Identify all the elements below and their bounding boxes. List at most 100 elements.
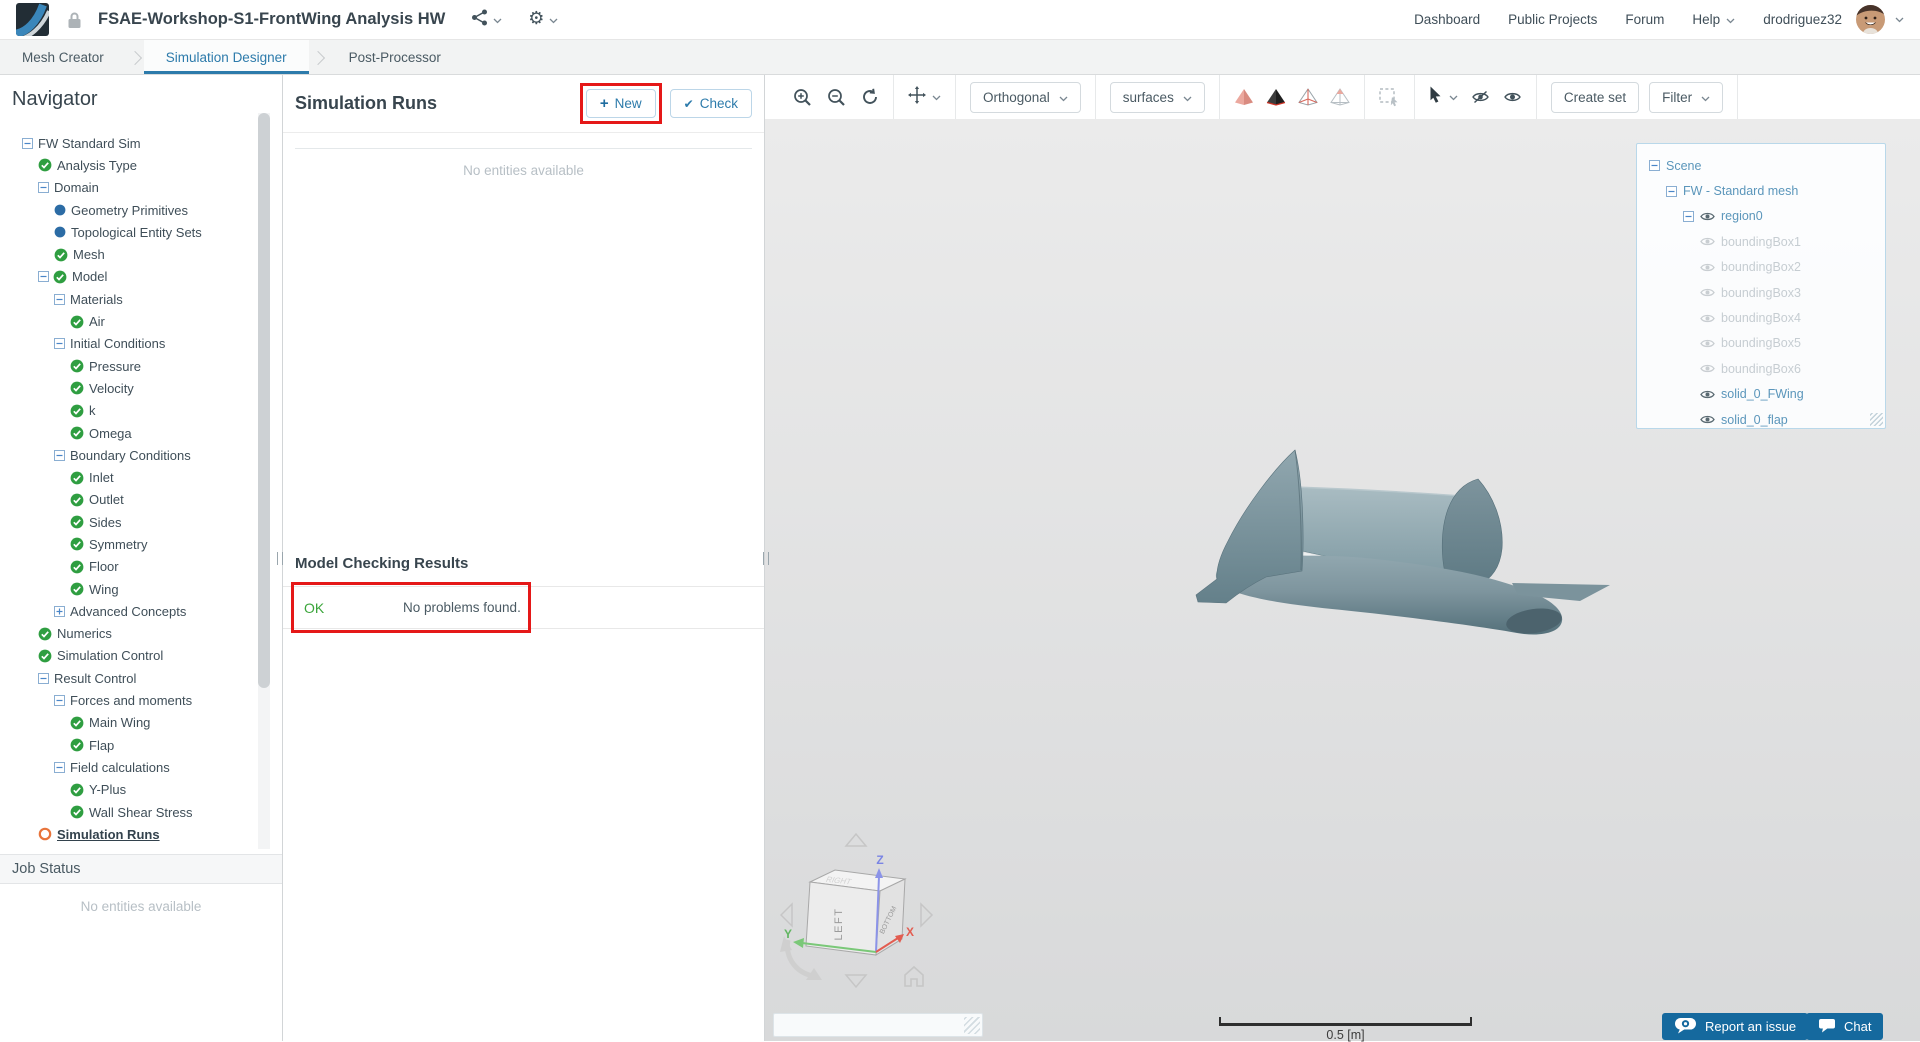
minimized-panel[interactable] xyxy=(773,1013,983,1037)
share-button[interactable] xyxy=(471,9,502,31)
mesh-quality-wire-button[interactable] xyxy=(1330,88,1350,106)
report-issue-button[interactable]: Report an issue xyxy=(1662,1013,1808,1040)
panel-resize-grip[interactable] xyxy=(763,552,769,565)
scene-item[interactable]: boundingBox3 xyxy=(1647,280,1885,305)
eye-icon[interactable] xyxy=(1700,389,1715,400)
nav-public-projects[interactable]: Public Projects xyxy=(1508,12,1597,27)
tree-item[interactable]: Initial Conditions xyxy=(0,333,282,355)
collapse-icon[interactable] xyxy=(1683,211,1694,222)
tree-item[interactable]: Velocity xyxy=(0,377,282,399)
tree-item[interactable]: Result Control xyxy=(0,667,282,689)
viewport[interactable]: Orthogonal surfaces xyxy=(765,75,1920,1041)
collapse-icon[interactable] xyxy=(22,138,33,149)
tree-item[interactable]: Simulation Runs xyxy=(0,823,282,845)
collapse-icon[interactable] xyxy=(54,294,65,305)
tree-item[interactable]: Wall Shear Stress xyxy=(0,801,282,823)
tree-item[interactable]: Analysis Type xyxy=(0,154,282,176)
eye-off-icon[interactable] xyxy=(1700,262,1715,273)
scene-item[interactable]: boundingBox2 xyxy=(1647,255,1885,280)
refresh-view-button[interactable] xyxy=(861,88,879,106)
front-wing-model[interactable] xyxy=(1182,425,1622,655)
nav-forum[interactable]: Forum xyxy=(1625,12,1664,27)
resize-handle[interactable] xyxy=(964,1017,980,1034)
collapse-icon[interactable] xyxy=(38,182,49,193)
tab-simulation-designer[interactable]: Simulation Designer xyxy=(144,40,309,74)
avatar[interactable] xyxy=(1856,5,1885,34)
orientation-cube[interactable]: RIGHT LEFT BOTTOM Z Y X xyxy=(780,828,945,998)
tree-item[interactable]: Domain xyxy=(0,177,282,199)
scene-item[interactable]: boundingBox6 xyxy=(1647,356,1885,381)
scene-item[interactable]: solid_0_flap xyxy=(1647,407,1885,432)
projection-dropdown[interactable]: Orthogonal xyxy=(970,82,1081,113)
collapse-icon[interactable] xyxy=(38,673,49,684)
collapse-icon[interactable] xyxy=(38,271,49,282)
eye-off-icon[interactable] xyxy=(1700,313,1715,324)
navigator-scrollbar[interactable] xyxy=(258,113,270,849)
eye-icon[interactable] xyxy=(1700,414,1715,425)
scene-item[interactable]: FW - Standard mesh xyxy=(1647,178,1885,203)
eye-off-icon[interactable] xyxy=(1700,363,1715,374)
tree-item[interactable]: Air xyxy=(0,310,282,332)
mesh-quality-solid-button[interactable] xyxy=(1234,88,1254,106)
create-set-button[interactable]: Create set xyxy=(1551,82,1639,113)
render-mode-dropdown[interactable]: surfaces xyxy=(1110,82,1205,113)
tree-item[interactable]: Wing xyxy=(0,578,282,600)
select-tool-button[interactable] xyxy=(1429,86,1458,108)
pan-tool-button[interactable] xyxy=(908,86,941,109)
mesh-quality-dark-button[interactable] xyxy=(1266,88,1286,106)
scene-item[interactable]: boundingBox4 xyxy=(1647,305,1885,330)
tree-item[interactable]: Flap xyxy=(0,734,282,756)
tree-item[interactable]: Forces and moments xyxy=(0,689,282,711)
tab-post-processor[interactable]: Post-Processor xyxy=(327,40,463,74)
hide-selection-button[interactable] xyxy=(1471,90,1490,104)
nav-help[interactable]: Help xyxy=(1692,12,1735,27)
navigator-scrollbar-thumb[interactable] xyxy=(258,113,270,688)
scene-item[interactable]: solid_0_FWing xyxy=(1647,382,1885,407)
tree-item[interactable]: Y-Plus xyxy=(0,779,282,801)
tree-item[interactable]: Topological Entity Sets xyxy=(0,221,282,243)
collapse-icon[interactable] xyxy=(54,762,65,773)
eye-off-icon[interactable] xyxy=(1700,287,1715,298)
tab-mesh-creator[interactable]: Mesh Creator xyxy=(0,40,126,74)
expand-icon[interactable] xyxy=(54,606,65,617)
tree-item[interactable]: FW Standard Sim xyxy=(0,132,282,154)
show-all-button[interactable] xyxy=(1503,90,1522,104)
zoom-in-button[interactable] xyxy=(793,88,812,107)
tree-item[interactable]: Boundary Conditions xyxy=(0,444,282,466)
eye-off-icon[interactable] xyxy=(1700,338,1715,349)
scene-item[interactable]: boundingBox5 xyxy=(1647,331,1885,356)
tree-item[interactable]: k xyxy=(0,400,282,422)
collapse-icon[interactable] xyxy=(54,338,65,349)
box-select-button[interactable] xyxy=(1379,88,1400,107)
tree-item[interactable]: Geometry Primitives xyxy=(0,199,282,221)
tree-item[interactable]: Symmetry xyxy=(0,533,282,555)
nav-dashboard[interactable]: Dashboard xyxy=(1414,12,1480,27)
collapse-icon[interactable] xyxy=(1666,186,1677,197)
scene-item[interactable]: region0 xyxy=(1647,204,1885,229)
tree-item[interactable]: Pressure xyxy=(0,355,282,377)
username[interactable]: drodriguez32 xyxy=(1763,12,1842,27)
settings-button[interactable]: ⚙ xyxy=(528,10,558,29)
panel-resize-grip[interactable] xyxy=(277,552,283,565)
filter-dropdown[interactable]: Filter xyxy=(1649,82,1723,113)
collapse-icon[interactable] xyxy=(1649,160,1660,171)
tree-item[interactable]: Sides xyxy=(0,511,282,533)
tree-item[interactable]: Field calculations xyxy=(0,756,282,778)
tree-item[interactable]: Materials xyxy=(0,288,282,310)
resize-handle[interactable] xyxy=(1870,413,1883,426)
check-button[interactable]: ✔ Check xyxy=(670,89,752,118)
tree-item[interactable]: Numerics xyxy=(0,623,282,645)
tree-item[interactable]: Main Wing xyxy=(0,712,282,734)
tree-item[interactable]: Omega xyxy=(0,422,282,444)
chat-button[interactable]: Chat xyxy=(1806,1013,1883,1040)
scene-item[interactable]: Scene xyxy=(1647,153,1885,178)
tree-item[interactable]: Simulation Control xyxy=(0,645,282,667)
tree-item[interactable]: Floor xyxy=(0,556,282,578)
zoom-out-button[interactable] xyxy=(827,88,846,107)
eye-off-icon[interactable] xyxy=(1700,236,1715,247)
chevron-down-icon[interactable] xyxy=(1895,17,1904,23)
tree-item[interactable]: Inlet xyxy=(0,466,282,488)
eye-icon[interactable] xyxy=(1700,211,1715,222)
tree-item[interactable]: Simulations xyxy=(0,122,282,132)
new-run-button[interactable]: + New xyxy=(586,89,656,118)
